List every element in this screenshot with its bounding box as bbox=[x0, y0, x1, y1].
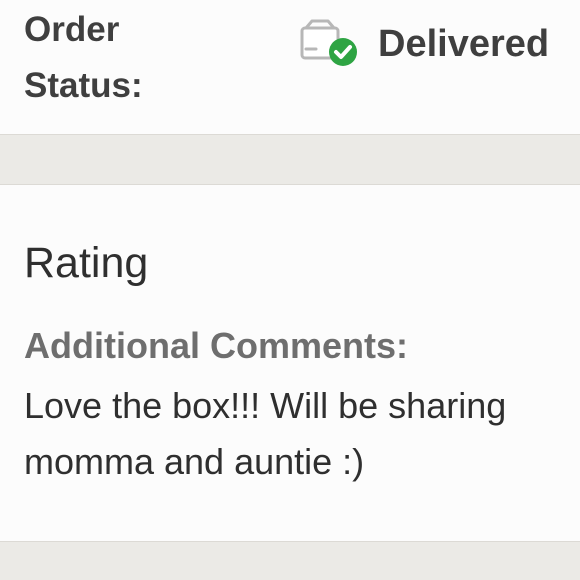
delivered-status-text: Delivered bbox=[378, 22, 550, 65]
order-status-value: Delivered bbox=[300, 18, 549, 70]
comment-line-2: momma and auntie :) bbox=[24, 441, 365, 482]
rating-card: Rating Additional Comments: Love the box… bbox=[0, 184, 580, 542]
package-delivered-icon bbox=[300, 19, 357, 66]
additional-comments-text: Love the box!!! Will be sharing momma an… bbox=[24, 378, 580, 490]
order-status-card: Order Status: Delivered bbox=[0, 0, 580, 135]
order-status-label: Order Status: bbox=[24, 2, 143, 114]
comment-line-1: Love the box!!! Will be sharing bbox=[24, 385, 507, 426]
order-status-label-line2: Status: bbox=[24, 66, 143, 105]
rating-title: Rating bbox=[24, 239, 149, 287]
additional-comments-label: Additional Comments: bbox=[24, 325, 408, 366]
order-status-label-line1: Order bbox=[24, 10, 120, 49]
